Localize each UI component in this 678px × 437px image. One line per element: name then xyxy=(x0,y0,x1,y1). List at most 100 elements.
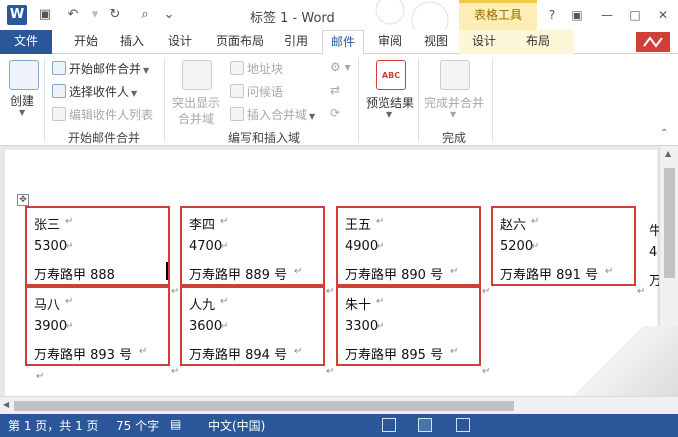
start-mail-merge-label: 开始邮件合并 xyxy=(69,62,142,76)
create-button[interactable]: 创建 xyxy=(10,92,34,109)
paragraph-mark: ↵ xyxy=(376,296,385,307)
chevron-down-icon: ▼ xyxy=(309,112,316,121)
read-mode-icon[interactable] xyxy=(382,418,396,432)
highlight-merge-fields-button-line2[interactable]: 合并域 xyxy=(178,110,214,127)
edit-recipient-list-button[interactable]: 编辑收件人列表 xyxy=(52,106,153,123)
restore-button[interactable]: □ xyxy=(624,5,646,25)
ribbon-tab-row: 文件 开始 插入 设计 页面布局 引用 邮件 审阅 视图 设计 布局 xyxy=(0,30,678,55)
tab-table-layout[interactable]: 布局 xyxy=(516,30,560,54)
preview-results-button[interactable]: 预览结果 xyxy=(366,94,414,111)
undo-dropdown-icon[interactable]: ▾ xyxy=(86,6,104,24)
paragraph-mark: ↵ xyxy=(450,346,459,357)
label-name: 朱十 xyxy=(345,298,372,313)
paragraph-mark: ↵ xyxy=(65,321,74,332)
label-address: 万寿路甲 894 号 xyxy=(189,348,288,363)
chevron-down-icon: ▼ xyxy=(131,89,138,98)
print-layout-icon[interactable] xyxy=(418,418,432,432)
label-amount: 3900 xyxy=(34,319,68,334)
label-cell[interactable]: 赵六 ↵ 5200 ↵ 万寿路甲 891 号 ↵ xyxy=(491,206,636,286)
address-block-button[interactable]: 地址块 xyxy=(230,60,283,77)
language-indicator[interactable]: 中文(中国) xyxy=(208,417,265,434)
edit-recipient-list-label: 编辑收件人列表 xyxy=(69,108,154,122)
paragraph-mark: ↵ xyxy=(220,216,229,227)
vertical-scroll-thumb[interactable] xyxy=(664,168,675,278)
label-cell[interactable]: 朱十 ↵ 3300 ↵ 万寿路甲 895 号 ↵ xyxy=(336,286,481,366)
label-name: 赵六 xyxy=(500,218,527,233)
greeting-line-icon xyxy=(230,84,244,98)
paragraph-mark: ↵ xyxy=(531,216,540,227)
redo-icon[interactable]: ↻ xyxy=(106,6,124,24)
minimize-button[interactable]: — xyxy=(596,5,618,25)
insert-merge-field-icon xyxy=(230,107,244,121)
preview-dropdown-icon[interactable]: ▼ xyxy=(386,110,392,119)
title-bar: W ▣ ↶ ▾ ↻ ⌕ ⌄ 标签 1 - Word 表格工具 ? ▣ — □ ✕ xyxy=(0,0,678,30)
tab-file[interactable]: 文件 xyxy=(0,30,52,54)
paragraph-mark: ↵ xyxy=(376,216,385,227)
finish-merge-button[interactable]: 完成并合并 xyxy=(424,94,484,111)
label-cell[interactable]: 马八 ↵ 3900 ↵ 万寿路甲 893 号 ↵ xyxy=(25,286,170,366)
tab-table-design[interactable]: 设计 xyxy=(462,30,506,54)
title-decoration-icon xyxy=(375,0,449,30)
cell-end-mark: ↵ xyxy=(637,286,646,297)
rules-icon[interactable]: ⚙ ▾ xyxy=(330,60,351,74)
tab-review[interactable]: 审阅 xyxy=(370,30,410,54)
cell-end-mark: ↵ xyxy=(482,366,491,377)
tab-page-layout[interactable]: 页面布局 xyxy=(208,30,272,54)
tab-mailings[interactable]: 邮件 xyxy=(322,30,364,55)
horizontal-scrollbar[interactable]: ◀ xyxy=(0,396,678,414)
label-name: 李四 xyxy=(189,218,216,233)
scroll-left-icon[interactable]: ◀ xyxy=(3,400,9,409)
mail-merge-icon xyxy=(52,61,66,75)
proofing-icon[interactable]: ▤ xyxy=(170,417,181,431)
paragraph-mark: ↵ xyxy=(220,241,229,252)
chevron-down-icon: ▼ xyxy=(143,66,150,75)
page-curl-decoration xyxy=(538,326,678,396)
page-count[interactable]: 第 1 页，共 1 页 xyxy=(8,417,99,434)
create-envelope-icon xyxy=(9,60,39,90)
tab-home[interactable]: 开始 xyxy=(66,30,106,54)
label-cell[interactable]: 人九 ↵ 3600 ↵ 万寿路甲 894 号 ↵ xyxy=(180,286,325,366)
preview-results-icon: ABC xyxy=(376,60,406,90)
word-count[interactable]: 75 个字 xyxy=(116,417,159,434)
create-dropdown-icon[interactable]: ▼ xyxy=(19,108,25,117)
label-cell[interactable]: 张三 ↵ 5300 ↵ 万寿路甲 888 xyxy=(25,206,170,286)
scroll-up-icon[interactable]: ▲ xyxy=(665,149,671,158)
tab-insert[interactable]: 插入 xyxy=(112,30,152,54)
group-label-start-merge: 开始邮件合并 xyxy=(68,131,141,145)
help-button[interactable]: ? xyxy=(541,5,563,25)
print-preview-icon[interactable]: ⌕ xyxy=(136,6,154,24)
greeting-line-button[interactable]: 问候语 xyxy=(230,83,283,100)
finish-dropdown-icon[interactable]: ▼ xyxy=(450,110,456,119)
word-logo-icon[interactable]: W xyxy=(7,5,27,25)
label-address: 万寿路甲 893 号 xyxy=(34,348,133,363)
undo-icon[interactable]: ↶ xyxy=(64,6,82,24)
label-address: 万寿路甲 888 xyxy=(34,268,115,283)
label-cell[interactable]: 王五 ↵ 4900 ↵ 万寿路甲 890 号 ↵ xyxy=(336,206,481,286)
label-cell[interactable]: 李四 ↵ 4700 ↵ 万寿路甲 889 号 ↵ xyxy=(180,206,325,286)
horizontal-scroll-thumb[interactable] xyxy=(14,401,514,411)
close-button[interactable]: ✕ xyxy=(652,5,674,25)
ribbon-display-options-button[interactable]: ▣ xyxy=(566,5,588,25)
tab-view[interactable]: 视图 xyxy=(416,30,456,54)
user-avatar-icon[interactable] xyxy=(636,32,670,52)
qat-customize-icon[interactable]: ⌄ xyxy=(160,6,178,24)
label-amount: 5200 xyxy=(500,239,534,254)
update-labels-icon[interactable]: ⟳ xyxy=(330,106,340,120)
web-layout-icon[interactable] xyxy=(456,418,470,432)
table-move-handle-icon[interactable]: ✥ xyxy=(17,194,29,206)
collapse-ribbon-icon[interactable]: ⌃ xyxy=(660,128,668,139)
group-separator xyxy=(44,58,45,142)
group-label-write-insert: 编写和插入域 xyxy=(228,131,301,145)
save-icon[interactable]: ▣ xyxy=(36,6,54,24)
greeting-line-label: 问候语 xyxy=(247,85,284,99)
select-recipients-button[interactable]: 选择收件人 ▼ xyxy=(52,83,137,100)
tab-references[interactable]: 引用 xyxy=(276,30,316,54)
tab-design[interactable]: 设计 xyxy=(160,30,200,54)
text-cursor xyxy=(166,262,168,280)
start-mail-merge-button[interactable]: 开始邮件合并 ▼ xyxy=(52,60,149,77)
insert-merge-field-button[interactable]: 插入合并域 ▼ xyxy=(230,106,315,123)
address-block-label: 地址块 xyxy=(247,62,284,76)
insert-merge-field-label: 插入合并域 xyxy=(247,108,308,122)
match-fields-icon[interactable]: ⇄ xyxy=(330,83,340,97)
highlight-merge-fields-button-line1[interactable]: 突出显示 xyxy=(172,94,220,111)
